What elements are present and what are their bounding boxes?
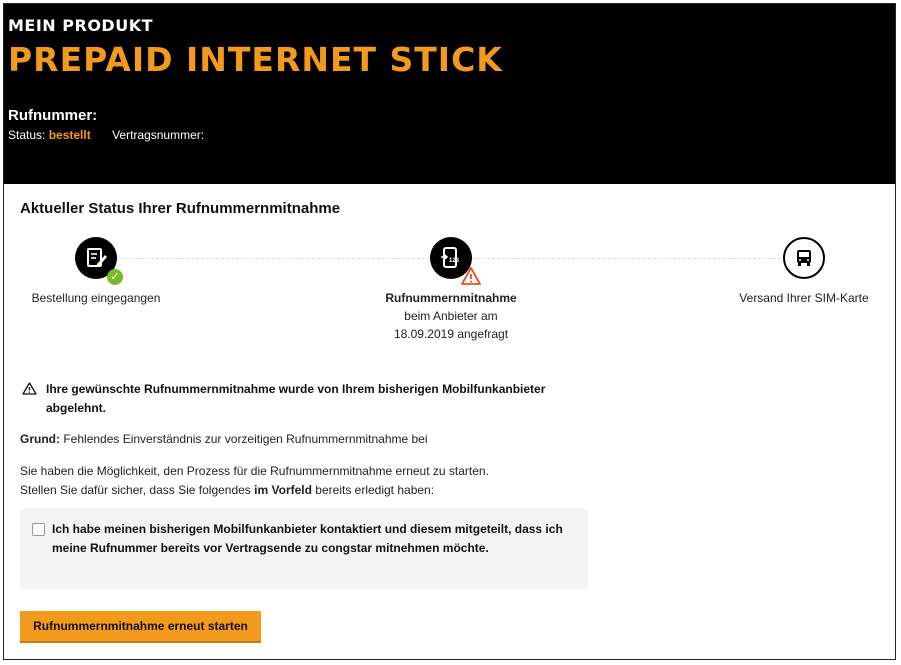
reason-label: Grund:	[20, 432, 60, 446]
reason-line: Grund: Fehlendes Einverständnis zur vorz…	[20, 432, 428, 446]
info-line-2: Stellen Sie dafür sicher, dass Sie folge…	[20, 481, 489, 500]
check-icon: ✓	[107, 269, 123, 285]
rejection-warning: Ihre gewünschte Rufnummernmitnahme wurde…	[20, 380, 560, 418]
confirmation-checkbox[interactable]	[32, 523, 45, 536]
reason-text: Fehlendes Einverständnis zur vorzeitigen…	[63, 432, 428, 446]
step-text: Rufnummernmitnahme beim Anbieter am 18.0…	[366, 289, 536, 343]
alert-triangle-icon	[22, 382, 37, 401]
step-label: Bestellung eingegangen	[31, 291, 161, 305]
info-line-2-start: Stellen Sie dafür sicher, dass Sie folge…	[20, 483, 251, 497]
step-number-transfer: 123 Rufnummernmitnahme beim Anbieter am …	[366, 237, 536, 343]
order-form-icon: ✓	[75, 237, 123, 285]
status-label: Status:	[8, 128, 46, 142]
product-header: MEIN PRODUKT PREPAID INTERNET STICK Rufn…	[4, 4, 895, 184]
info-line-2-end: bereits erledigt haben:	[315, 483, 435, 497]
section-label: MEIN PRODUKT	[8, 16, 153, 35]
confirmation-label[interactable]: Ich habe meinen bisherigen Mobilfunkanbi…	[52, 520, 572, 558]
restart-transfer-button[interactable]: Rufnummernmitnahme erneut starten	[20, 611, 261, 641]
truck-icon	[783, 237, 825, 279]
confirmation-box: Ich habe meinen bisherigen Mobilfunkanbi…	[20, 509, 588, 589]
warning-icon	[461, 267, 481, 288]
rufnummer-label: Rufnummer:	[8, 107, 98, 124]
step-date: 18.09.2019 angefragt	[393, 327, 509, 341]
product-title: PREPAID INTERNET STICK	[8, 40, 503, 79]
status-panel: Aktueller Status Ihrer Rufnummernmitnahm…	[4, 184, 895, 659]
step-label: Versand Ihrer SIM-Karte	[739, 291, 869, 305]
step-detail: beim Anbieter am	[404, 309, 498, 323]
status-line: Status: bestellt Vertragsnummer:	[8, 128, 204, 142]
svg-text:123: 123	[449, 258, 460, 264]
warning-text: Ihre gewünschte Rufnummernmitnahme wurde…	[46, 382, 546, 415]
info-line-1: Sie haben die Möglichkeit, den Prozess f…	[20, 464, 489, 478]
info-text: Sie haben die Möglichkeit, den Prozess f…	[20, 462, 489, 500]
step-order-received: ✓ Bestellung eingegangen	[26, 237, 166, 307]
info-line-2-emphasis: im Vorfeld	[254, 483, 312, 497]
section-title: Aktueller Status Ihrer Rufnummernmitnahm…	[20, 200, 341, 217]
phone-number-transfer-icon: 123	[430, 237, 481, 285]
step-label: Rufnummernmitnahme	[385, 291, 517, 305]
page-frame: MEIN PRODUKT PREPAID INTERNET STICK Rufn…	[3, 3, 896, 660]
step-sim-shipping: Versand Ihrer SIM-Karte	[724, 237, 884, 307]
vertragsnummer-label: Vertragsnummer:	[112, 128, 205, 142]
status-value: bestellt	[48, 128, 91, 142]
